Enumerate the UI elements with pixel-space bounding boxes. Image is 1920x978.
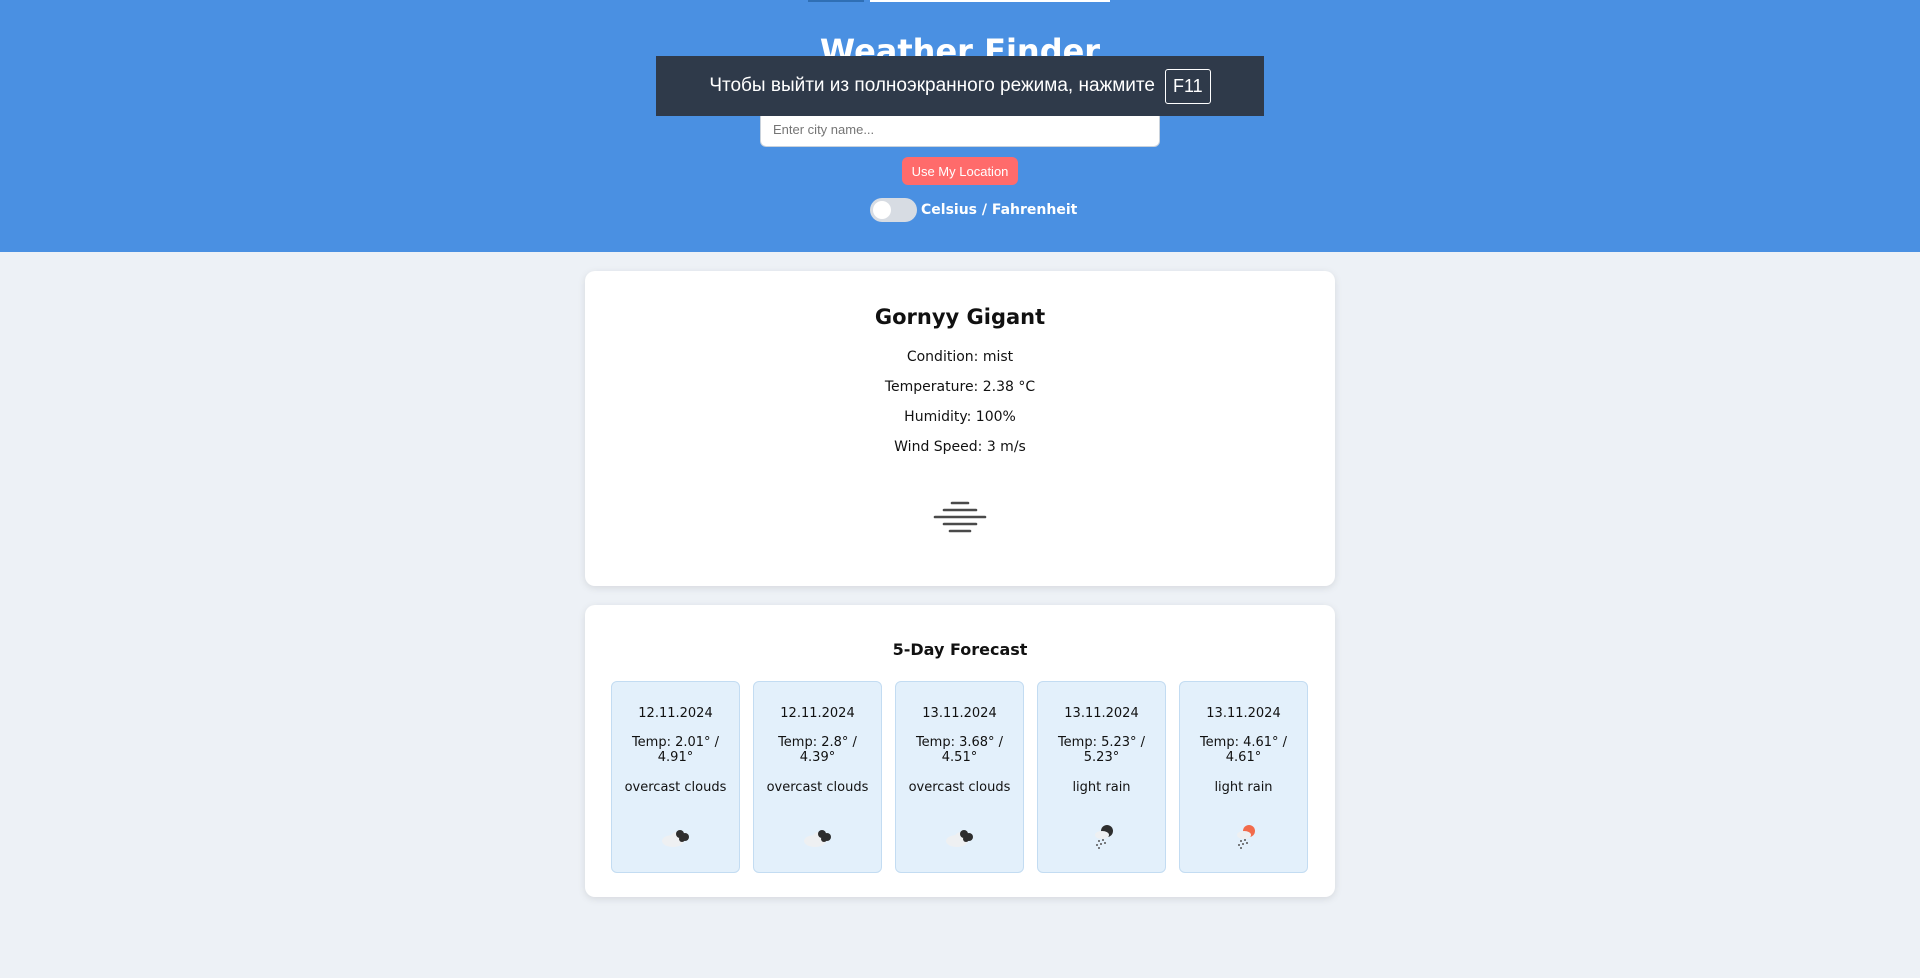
forecast-day-card: 12.11.2024 Temp: 2.01° / 4.91° overcast …: [611, 681, 740, 873]
forecast-day-card: 13.11.2024 Temp: 4.61° / 4.61° light rai…: [1179, 681, 1308, 873]
humidity-text: Humidity: 100%: [904, 409, 1016, 425]
condition-text: Condition: mist: [906, 349, 1014, 365]
tab-indicator: [870, 0, 1110, 2]
forecast-date: 12.11.2024: [780, 706, 855, 721]
forecast-card: 5-Day Forecast 12.11.2024 Temp: 2.01° / …: [585, 605, 1335, 897]
overcast-clouds-icon: [662, 830, 689, 847]
light-rain-day-icon: [1237, 825, 1255, 849]
city-search-input[interactable]: [760, 111, 1160, 147]
forecast-date: 13.11.2024: [1064, 706, 1139, 721]
header: Weather Finder Use My Location Celsius /…: [0, 0, 1920, 252]
forecast-date: 12.11.2024: [638, 706, 713, 721]
forecast-description: overcast clouds: [908, 780, 1011, 795]
forecast-temp: Temp: 4.61° / 4.61°: [1199, 735, 1288, 765]
forecast-temp: Temp: 2.01° / 4.91°: [631, 735, 720, 765]
forecast-day-card: 12.11.2024 Temp: 2.8° / 4.39° overcast c…: [753, 681, 882, 873]
forecast-title: 5-Day Forecast: [892, 640, 1028, 659]
wind-speed-text: Wind Speed: 3 m/s: [894, 439, 1026, 455]
forecast-temp: Temp: 2.8° / 4.39°: [778, 735, 857, 765]
city-name: Gornyy Gigant: [874, 305, 1046, 329]
forecast-description: overcast clouds: [624, 780, 727, 795]
unit-toggle-row: Celsius / Fahrenheit: [870, 198, 1077, 222]
forecast-temp: Temp: 3.68° / 4.51°: [915, 735, 1004, 765]
overcast-clouds-icon: [804, 830, 831, 847]
mist-icon: [933, 501, 987, 533]
use-my-location-button[interactable]: Use My Location: [902, 157, 1018, 185]
forecast-description: light rain: [1214, 780, 1273, 795]
toggle-knob: [873, 201, 891, 219]
forecast-temp: Temp: 5.23° / 5.23°: [1057, 735, 1146, 765]
forecast-date: 13.11.2024: [922, 706, 997, 721]
forecast-description: overcast clouds: [766, 780, 869, 795]
fullscreen-notice-text: Чтобы выйти из полноэкранного режима, на…: [709, 75, 1155, 96]
temperature-text: Temperature: 2.38 °C: [884, 379, 1036, 395]
current-weather-card: Gornyy Gigant Condition: mist Temperatur…: [585, 271, 1335, 586]
overcast-clouds-icon: [946, 830, 973, 847]
fullscreen-exit-notice: Чтобы выйти из полноэкранного режима, на…: [656, 56, 1264, 116]
celsius-fahrenheit-toggle[interactable]: [870, 198, 917, 222]
unit-toggle-label: Celsius / Fahrenheit: [921, 202, 1078, 218]
fullscreen-notice-key: F11: [1164, 68, 1211, 104]
forecast-description: light rain: [1072, 780, 1131, 795]
forecast-day-card: 13.11.2024 Temp: 5.23° / 5.23° light rai…: [1037, 681, 1166, 873]
top-tab-indicators: [808, 0, 1110, 2]
tab-indicator-active: [808, 0, 864, 2]
forecast-date: 13.11.2024: [1206, 706, 1281, 721]
light-rain-night-icon: [1095, 825, 1113, 849]
forecast-day-card: 13.11.2024 Temp: 3.68° / 4.51° overcast …: [895, 681, 1024, 873]
forecast-list: 12.11.2024 Temp: 2.01° / 4.91° overcast …: [611, 681, 1309, 873]
